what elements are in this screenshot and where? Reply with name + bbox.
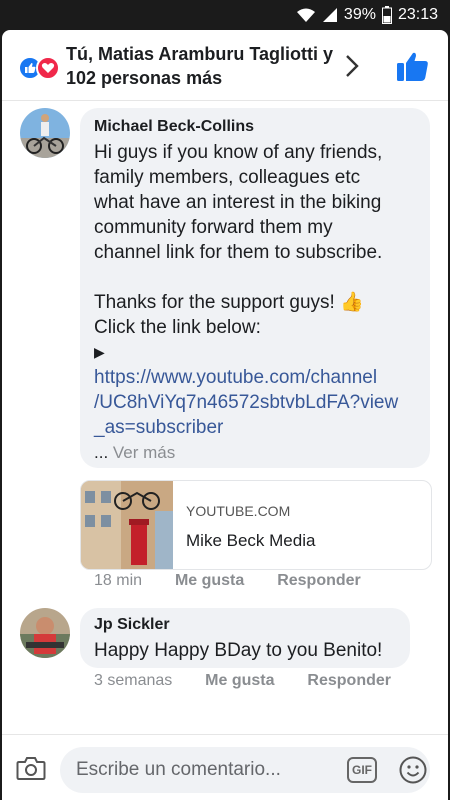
comment-line: what have an interest in the biking xyxy=(94,192,382,213)
comment-input[interactable]: Escribe un comentario... GIF xyxy=(60,747,430,793)
comment-author[interactable]: Jp Sickler xyxy=(94,616,170,634)
reply-button[interactable]: Responder xyxy=(277,572,361,589)
avatar[interactable] xyxy=(20,108,70,158)
status-icons: 39% 23:13 xyxy=(296,5,438,25)
comment-line: family members, colleagues etc xyxy=(94,167,361,188)
battery-percent: 39% xyxy=(343,6,376,23)
camera-icon[interactable] xyxy=(16,755,46,781)
comment-line: channel link for them to subscribe. xyxy=(94,242,383,263)
comment-bubble[interactable]: Jp Sickler Happy Happy BDay to you Benit… xyxy=(80,608,410,668)
reply-button[interactable]: Responder xyxy=(307,672,391,689)
see-more-link[interactable]: Ver más xyxy=(113,443,175,462)
battery-icon xyxy=(381,6,392,24)
like-button[interactable]: Me gusta xyxy=(175,572,244,589)
emoji-icon[interactable] xyxy=(398,755,428,785)
wifi-icon xyxy=(296,8,315,22)
youtube-link[interactable]: https://www.youtube.com/channel /UC8hViY… xyxy=(94,365,424,440)
see-more-row[interactable]: ... Ver más xyxy=(94,440,424,465)
ellipsis: ... xyxy=(94,443,109,462)
comment-line: Hi guys if you know of any friends, xyxy=(94,142,383,163)
comment-text: Hi guys if you know of any friends, fami… xyxy=(94,140,424,465)
comment-bubble[interactable]: Michael Beck-Collins Hi guys if you know… xyxy=(80,108,430,468)
comments-sheet: Tú, Matias Aramburu Tagliotti y 102 pers… xyxy=(2,30,448,800)
link-preview-card[interactable]: YOUTUBE.COM Mike Beck Media xyxy=(80,480,432,570)
comment-placeholder: Escribe un comentario... xyxy=(76,759,281,780)
comment-line: Click the link below: xyxy=(94,317,261,338)
comment-line: Thanks for the support guys! 👍 xyxy=(94,292,364,313)
clock: 23:13 xyxy=(397,6,438,23)
comment-time: 3 semanas xyxy=(94,672,173,689)
avatar[interactable] xyxy=(20,608,70,658)
thumbs-up-icon[interactable] xyxy=(396,50,430,82)
comment-text: Happy Happy BDay to you Benito! xyxy=(94,640,383,661)
comment-actions: 3 semanas Me gusta Responder xyxy=(94,672,391,690)
chevron-right-icon[interactable] xyxy=(340,52,364,80)
gif-icon[interactable]: GIF xyxy=(347,757,377,783)
like-button[interactable]: Me gusta xyxy=(205,672,274,689)
comment-actions: 18 min Me gusta Responder xyxy=(94,572,361,590)
preview-thumbnail[interactable] xyxy=(81,481,173,569)
preview-title[interactable]: Mike Beck Media xyxy=(186,531,315,551)
comment-line: community forward them my xyxy=(94,217,333,238)
reactions-header[interactable]: Tú, Matias Aramburu Tagliotti y 102 pers… xyxy=(2,30,448,101)
link-line[interactable]: https://www.youtube.com/channel xyxy=(94,365,424,390)
comment-composer: Escribe un comentario... GIF xyxy=(2,734,448,800)
signal-icon xyxy=(322,8,337,22)
love-reaction-icon xyxy=(36,56,60,80)
comment-time: 18 min xyxy=(94,572,143,589)
link-line[interactable]: /UC8hViYq7n46572sbtvbLdFA?view xyxy=(94,390,424,415)
comment-author[interactable]: Michael Beck-Collins xyxy=(94,118,254,136)
preview-source: YOUTUBE.COM xyxy=(186,503,291,519)
status-bar: 39% 23:13 xyxy=(0,0,450,30)
play-arrow: ▶ xyxy=(94,344,105,360)
reaction-icons xyxy=(18,56,62,80)
reactions-summary[interactable]: Tú, Matias Aramburu Tagliotti y 102 pers… xyxy=(66,42,336,90)
link-line[interactable]: _as=subscriber xyxy=(94,415,424,440)
